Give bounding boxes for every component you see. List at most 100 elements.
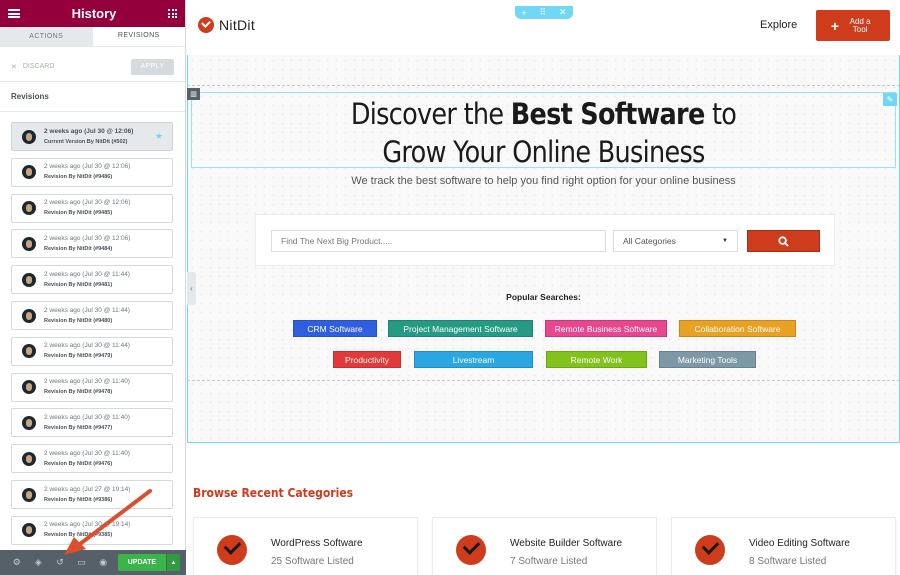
popular-search-tag[interactable]: Remote Business Software <box>545 320 667 337</box>
search-input[interactable]: Find The Next Big Product..... <box>271 230 606 252</box>
user-avatar <box>22 129 36 144</box>
headline-text: to <box>704 97 737 131</box>
user-avatar <box>22 415 36 430</box>
category-card[interactable]: WordPress Software 25 Software Listed <box>193 517 418 575</box>
category-card[interactable]: Video Editing Software 8 Software Listed <box>671 517 896 575</box>
user-avatar <box>22 308 36 323</box>
revision-time: 2 weeks ago (Jul 30 @ 12:06) <box>44 234 131 242</box>
apply-button[interactable]: APPLY <box>131 58 174 75</box>
category-count: 7 Software Listed <box>510 556 588 567</box>
plus-icon: + <box>830 17 840 34</box>
category-card[interactable]: Website Builder Software 7 Software Liste… <box>432 517 657 575</box>
category-name: WordPress Software <box>271 538 363 549</box>
revision-time: 2 weeks ago (Jul 27 @ 19:14) <box>44 485 131 493</box>
checkmark-badge-icon <box>456 535 486 565</box>
revision-item[interactable]: 2 weeks ago (Jul 30 @ 12:06) Revision By … <box>11 229 173 259</box>
preview-eye-icon[interactable]: ◉ <box>92 550 114 575</box>
revision-item[interactable]: 2 weeks ago (Jul 30 @ 19:14) Revision By … <box>11 515 173 545</box>
revision-item[interactable]: 2 weeks ago (Jul 30 @ 11:40) Revision By … <box>11 408 173 438</box>
section-divider <box>187 85 900 86</box>
revision-author: Revision By NitDit (#9385) <box>44 532 113 539</box>
user-avatar <box>22 487 36 502</box>
navigator-layers-icon[interactable]: ◈ <box>28 550 50 575</box>
browse-categories-title: Browse Recent Categories <box>193 486 354 500</box>
user-avatar <box>22 451 36 466</box>
popular-search-tag[interactable]: Productivity <box>333 351 401 368</box>
popular-search-tag[interactable]: Marketing Tools <box>659 351 756 368</box>
history-tabs: ACTIONS REVISIONS <box>0 27 185 47</box>
revision-time: 2 weeks ago (Jul 30 @ 12:06) <box>44 163 131 171</box>
revision-item[interactable]: 2 weeks ago (Jul 30 @ 11:40) Revision By … <box>11 444 173 474</box>
panel-title: History <box>71 6 117 21</box>
page-preview: NitDit Explore + Add a Tool + ⠿ ✕ ▥ ✎ Di… <box>187 0 900 575</box>
category-name: Video Editing Software <box>749 538 850 549</box>
hamburger-menu-icon[interactable] <box>8 9 20 18</box>
drag-handle-icon[interactable]: ⠿ <box>540 7 547 18</box>
revision-item[interactable]: 2 weeks ago (Jul 27 @ 19:14) Revision By … <box>11 480 173 509</box>
collapse-panel-chevron-icon[interactable]: ‹ <box>187 272 196 305</box>
add-section-icon[interactable]: + <box>521 8 526 18</box>
responsive-mode-icon[interactable]: ▭ <box>71 550 93 575</box>
search-card: Find The Next Big Product..... All Categ… <box>255 214 835 266</box>
revision-time: 2 weeks ago (Jul 30 @ 12:06) <box>44 199 131 207</box>
revision-author: Revision By NitDit (#9386) <box>44 496 113 503</box>
chevron-down-icon: ▼ <box>722 238 728 244</box>
logo-text: NitDit <box>219 17 256 33</box>
column-handle-icon[interactable]: ▥ <box>187 88 200 100</box>
settings-gear-icon[interactable]: ⚙ <box>6 550 28 575</box>
tab-revisions[interactable]: REVISIONS <box>92 27 185 46</box>
section-handle[interactable]: + ⠿ ✕ <box>515 6 573 19</box>
editor-panel: History ACTIONS REVISIONS ✕ DISCARD APPL… <box>0 0 186 575</box>
revision-author: Revision By NitDit (#9476) <box>44 460 113 467</box>
category-select[interactable]: All Categories ▼ <box>613 230 738 252</box>
revision-item[interactable]: 2 weeks ago (Jul 30 @ 11:44) Revision By … <box>11 336 173 366</box>
revision-author: Revision By NitDit (#9481) <box>44 281 113 288</box>
user-avatar <box>22 272 36 287</box>
user-avatar <box>22 165 36 180</box>
tab-actions[interactable]: ACTIONS <box>0 27 93 46</box>
popular-search-tag[interactable]: Collaboration Software <box>679 320 796 337</box>
revision-author: Revision By NitDit (#9485) <box>44 210 113 217</box>
nav-explore-link[interactable]: Explore <box>760 19 797 31</box>
headline-line2: Grow Your Online Business <box>382 135 705 169</box>
headline-bold-text: Best Software <box>510 97 705 131</box>
popular-searches-label: Popular Searches: <box>506 292 581 302</box>
history-icon[interactable]: ↺ <box>49 550 71 575</box>
discard-button[interactable]: ✕ DISCARD <box>11 63 54 71</box>
popular-search-tag[interactable]: Remote Work <box>546 351 647 368</box>
revision-time: 2 weeks ago (Jul 30 @ 11:40) <box>44 413 130 421</box>
widgets-grid-icon[interactable] <box>168 9 177 18</box>
discard-row: ✕ DISCARD APPLY <box>0 52 185 82</box>
update-options-caret-icon[interactable]: ▲ <box>166 554 180 571</box>
popular-search-tag[interactable]: Project Management Software <box>388 320 533 337</box>
search-icon <box>778 235 789 247</box>
panel-footer: ⚙ ◈ ↺ ▭ ◉ UPDATE ▲ <box>0 550 186 575</box>
hero-headline: Discover the Best Software to Grow Your … <box>230 95 857 171</box>
category-count: 25 Software Listed <box>271 556 354 567</box>
category-count: 8 Software Listed <box>749 556 827 567</box>
section-divider <box>187 380 900 381</box>
popular-search-tag[interactable]: Livestream <box>414 351 533 368</box>
revision-item[interactable]: 2 weeks ago (Jul 30 @ 12:06) Revision By … <box>11 193 173 223</box>
user-avatar <box>22 344 36 359</box>
discard-label: DISCARD <box>22 63 55 70</box>
add-tool-button[interactable]: + Add a Tool <box>816 10 890 41</box>
search-button[interactable] <box>747 230 820 252</box>
revision-item[interactable]: 2 weeks ago (Jul 30 @ 12:06) Current Vers… <box>11 122 173 151</box>
site-logo[interactable]: NitDit <box>198 17 255 33</box>
revision-item[interactable]: 2 weeks ago (Jul 30 @ 12:06) Revision By … <box>11 157 173 187</box>
edit-widget-pencil-icon[interactable]: ✎ <box>883 93 897 106</box>
user-avatar <box>22 523 36 538</box>
revision-item[interactable]: 2 weeks ago (Jul 30 @ 11:40) Revision By … <box>11 372 173 402</box>
revision-time: 2 weeks ago (Jul 30 @ 11:40) <box>44 378 130 386</box>
delete-section-icon[interactable]: ✕ <box>559 7 567 18</box>
checkmark-badge-icon <box>217 535 247 565</box>
revision-item[interactable]: 2 weeks ago (Jul 30 @ 11:44) Revision By … <box>11 301 173 330</box>
revision-time: 2 weeks ago (Jul 30 @ 11:44) <box>44 306 130 314</box>
revision-time: 2 weeks ago (Jul 30 @ 11:44) <box>44 342 130 350</box>
popular-search-tag[interactable]: CRM Software <box>293 320 377 337</box>
update-button[interactable]: UPDATE <box>117 554 166 571</box>
revision-time: 2 weeks ago (Jul 30 @ 12:06) <box>44 127 134 135</box>
revision-item[interactable]: 2 weeks ago (Jul 30 @ 11:44) Revision By … <box>11 265 173 295</box>
category-name: Website Builder Software <box>510 538 623 549</box>
